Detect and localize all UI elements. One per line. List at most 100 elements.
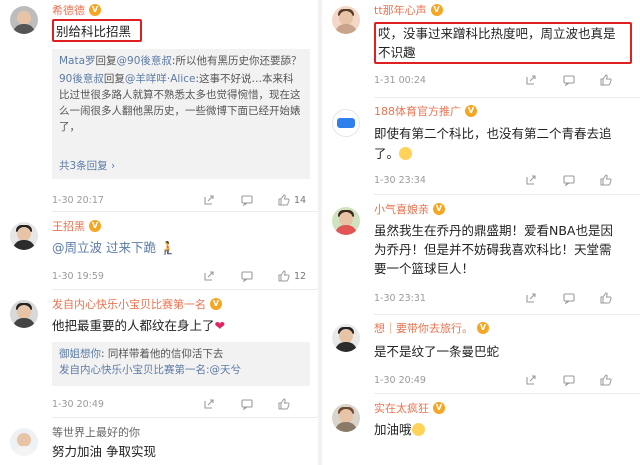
- timestamp: 1-30 20:49: [374, 375, 426, 386]
- comment-meta: 1-30 20:49: [374, 373, 632, 389]
- comment-text-line: 为乔丹！但是并不妨碍我喜欢科比！天堂需: [374, 242, 612, 257]
- avatar[interactable]: [332, 404, 360, 432]
- comment-icon[interactable]: [240, 269, 254, 283]
- divider: [374, 314, 640, 315]
- comment-meta: 1-30 20:49: [52, 397, 310, 413]
- comment-meta: 1-31 00:24: [374, 73, 632, 89]
- comment-header: 希德德 V: [52, 2, 101, 18]
- reply-text[interactable]: :@天兮: [206, 364, 241, 376]
- comment-icon[interactable]: [240, 397, 254, 411]
- highlight-box: [52, 19, 142, 42]
- username[interactable]: 小气喜娘亲: [374, 201, 429, 217]
- avatar[interactable]: [332, 6, 360, 34]
- share-icon[interactable]: [524, 373, 538, 387]
- comment-text-line: 虽然我生在乔丹的鼎盛期！爱看NBA也是因: [374, 223, 613, 238]
- comment-item: 等世界上最好的你 努力加油 争取实现: [0, 422, 318, 465]
- avatar[interactable]: [10, 6, 38, 34]
- comment-body[interactable]: @周立波 过来下跪: [52, 240, 156, 255]
- vip-badge-icon: V: [89, 220, 101, 232]
- comment-item: 小气喜娘亲 V 虽然我生在乔丹的鼎盛期！爱看NBA也是因 为乔丹！但是并不妨碍我…: [322, 199, 640, 315]
- share-icon[interactable]: [524, 291, 538, 305]
- share-icon[interactable]: [202, 193, 216, 207]
- reply-author[interactable]: 90後意叔: [59, 73, 104, 85]
- comment-item: 希德德 V 别给科比招黑 Mata罗回复@90後意叔:所以他有黑历史你还要舔？ …: [0, 0, 318, 212]
- username[interactable]: 188体育官方推广: [374, 103, 461, 119]
- username[interactable]: 王招黑: [52, 218, 85, 234]
- avatar[interactable]: [332, 109, 360, 137]
- username[interactable]: 想｜要带你去旅行。: [374, 320, 473, 336]
- highlight-box: [374, 22, 632, 64]
- thumbs-up-icon[interactable]: [599, 373, 613, 387]
- reply-verb: 回复: [103, 73, 125, 85]
- reply-author[interactable]: Mata罗: [59, 55, 96, 67]
- divider: [52, 289, 318, 290]
- thumbs-up-icon[interactable]: [277, 269, 291, 283]
- username[interactable]: 等世界上最好的你: [52, 424, 140, 440]
- username[interactable]: 希德德: [52, 2, 85, 18]
- comment-icon[interactable]: [562, 373, 576, 387]
- divider: [52, 211, 318, 212]
- comment-icon[interactable]: [562, 173, 576, 187]
- comment-icon[interactable]: [562, 73, 576, 87]
- comment-header: 188体育官方推广 V: [374, 103, 477, 119]
- share-icon[interactable]: [202, 269, 216, 283]
- comment-header: 小气喜娘亲 V: [374, 201, 445, 217]
- username[interactable]: 实在太疯狂: [374, 400, 429, 416]
- avatar[interactable]: [10, 428, 38, 456]
- comment-text: 努力加油 争取实现: [52, 444, 156, 459]
- reply-item: 发自内心快乐小宝贝比赛第一名:@天兮: [59, 362, 303, 378]
- comment-item: 王招黑 V @周立波 过来下跪 🧎 1-30 19:59 12: [0, 216, 318, 290]
- vip-badge-icon: V: [430, 4, 443, 16]
- comment-body: 加油哦: [374, 422, 412, 437]
- thumbs-up-icon[interactable]: [277, 193, 291, 207]
- reply-text: :所以他有黑历史你还要舔？: [171, 55, 302, 67]
- thumbs-up-icon[interactable]: [599, 173, 613, 187]
- timestamp: 1-30 23:31: [374, 293, 426, 304]
- share-icon[interactable]: [524, 73, 538, 87]
- reply-author[interactable]: 发自内心快乐小宝贝比赛第一名: [59, 364, 206, 376]
- avatar[interactable]: [332, 207, 360, 235]
- comment-meta: 1-30 23:31: [374, 291, 632, 307]
- reply-item: 90後意叔回复@羊咩咩·Alice:这事不好说…本来科比过世很多路人就算不熟悉太…: [59, 71, 303, 135]
- comment-text: 他把最重要的人都纹在身上了❤: [52, 316, 225, 335]
- comment-icon[interactable]: [240, 193, 254, 207]
- comment-header: 王招黑 V: [52, 218, 101, 234]
- username[interactable]: 发自内心快乐小宝贝比赛第一名: [52, 296, 206, 312]
- reply-item: Mata罗回复@90後意叔:所以他有黑历史你还要舔？: [59, 53, 303, 69]
- vip-badge-icon: V: [89, 4, 101, 16]
- reply-item: 御姐想你: 同样带着他的信仰活下去: [59, 346, 303, 362]
- avatar[interactable]: [10, 300, 38, 328]
- reply-verb: 回复: [95, 55, 117, 67]
- more-replies-label[interactable]: 共3条回复: [59, 160, 108, 172]
- avatar[interactable]: [10, 222, 38, 250]
- username[interactable]: tt那年心声: [374, 2, 427, 18]
- vip-badge-icon: V: [210, 298, 222, 310]
- reply-mention[interactable]: @羊咩咩·Alice: [125, 73, 196, 85]
- comment-icon[interactable]: [562, 291, 576, 305]
- share-icon[interactable]: [202, 397, 216, 411]
- thumbs-up-icon[interactable]: [599, 291, 613, 305]
- reply-thread[interactable]: 御姐想你: 同样带着他的信仰活下去 发自内心快乐小宝贝比赛第一名:@天兮: [52, 342, 310, 386]
- reply-mention[interactable]: @90後意叔: [117, 55, 172, 67]
- right-comment-column: tt那年心声 V 哎，没事过来蹭科比热度吧，周立波也真是 不识趣 1-31 00…: [322, 0, 640, 465]
- comment-text: @周立波 过来下跪 🧎: [52, 238, 176, 257]
- timestamp: 1-30 20:17: [52, 195, 104, 206]
- share-icon[interactable]: [524, 173, 538, 187]
- comment-meta: 1-30 19:59 12: [52, 269, 310, 285]
- avatar[interactable]: [332, 324, 360, 352]
- timestamp: 1-30 19:59: [52, 271, 104, 282]
- comment-text: 加油哦: [374, 420, 425, 439]
- comment-text: 是不是纹了一条曼巴蛇: [374, 344, 500, 359]
- comment-text-line: 了。: [374, 144, 413, 163]
- thumbs-up-icon[interactable]: [599, 73, 613, 87]
- left-comment-column: 希德德 V 别给科比招黑 Mata罗回复@90後意叔:所以他有黑历史你还要舔？ …: [0, 0, 318, 465]
- reply-thread[interactable]: Mata罗回复@90後意叔:所以他有黑历史你还要舔？ 90後意叔回复@羊咩咩·A…: [52, 49, 310, 179]
- comment-item: 想｜要带你去旅行。 V 是不是纹了一条曼巴蛇 1-30 20:49: [322, 318, 640, 394]
- divider: [374, 97, 640, 98]
- divider: [374, 194, 640, 195]
- more-replies-link[interactable]: 共3条回复 ›: [59, 158, 115, 174]
- like-count: 14: [294, 195, 307, 206]
- thumbs-up-icon[interactable]: [277, 397, 291, 411]
- chevron-right-icon: ›: [107, 160, 116, 172]
- reply-author[interactable]: 御姐想你: [59, 348, 101, 360]
